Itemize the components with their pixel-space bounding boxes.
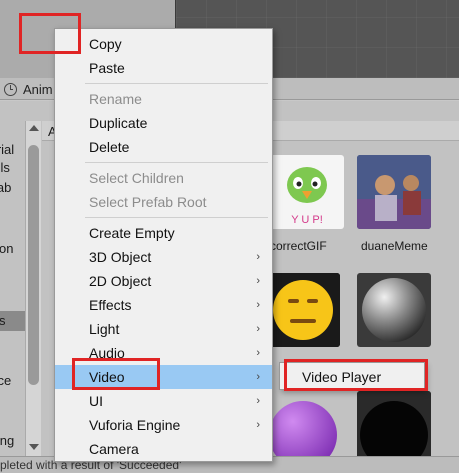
scroll-thumb[interactable] [28, 145, 39, 385]
clock-icon [4, 82, 17, 96]
menu-item-ui[interactable]: UI › [55, 389, 272, 413]
chevron-right-icon: › [256, 251, 260, 263]
chevron-right-icon: › [256, 323, 260, 335]
tab-animation[interactable]: Anim [0, 78, 53, 100]
scroll-down-arrow-icon[interactable] [29, 444, 39, 450]
tree-item[interactable]: s [0, 411, 28, 431]
annotation-box-click-target [19, 13, 81, 54]
purple-sphere-material-thumbnail[interactable] [266, 391, 340, 465]
scroll-up-arrow-icon[interactable] [29, 125, 39, 131]
tree-item[interactable]: es [0, 121, 28, 141]
menu-item-light[interactable]: Light › [55, 317, 272, 341]
gray-sphere-material-thumbnail[interactable] [357, 273, 431, 347]
tree-item[interactable]: s [0, 331, 28, 351]
menu-item-effects[interactable]: Effects › [55, 293, 272, 317]
menu-item-3d-object[interactable]: 3D Object › [55, 245, 272, 269]
tree-item[interactable]: re [0, 351, 28, 371]
annotation-box-video-player [284, 359, 428, 391]
chevron-right-icon: › [256, 275, 260, 287]
chevron-right-icon: › [256, 347, 260, 359]
menu-item-select-prefab-root: Select Prefab Root [89, 194, 207, 210]
tree-item-selected[interactable]: ials [0, 311, 28, 331]
tree-item[interactable]: urce [0, 371, 28, 391]
parrot-caption: Y U P! [291, 214, 323, 226]
tree-item[interactable]: ction [0, 239, 28, 259]
folder-tree: es terial dels efab ction er ials s re u… [0, 115, 28, 455]
context-menu: Copy Paste Rename Duplicate Delete Selec… [54, 28, 273, 462]
black-sphere-material-thumbnail[interactable] [357, 391, 431, 465]
menu-item-copy[interactable]: Copy [55, 32, 272, 56]
emoji-neutral-face-thumbnail[interactable] [266, 273, 340, 347]
annotation-box-video [72, 358, 160, 390]
chevron-right-icon: › [256, 419, 260, 431]
menu-item-delete[interactable]: Delete [55, 135, 272, 159]
tree-item[interactable]: ming [0, 431, 28, 451]
menu-separator [85, 217, 268, 218]
chevron-right-icon: › [256, 395, 260, 407]
menu-item-duplicate[interactable]: Duplicate [55, 111, 272, 135]
menu-item-rename: Rename [89, 91, 142, 107]
chevron-right-icon: › [256, 299, 260, 311]
tab-animation-label: Anim [23, 81, 53, 97]
parrot-gif-thumbnail[interactable]: Y U P! [270, 155, 344, 229]
tree-item[interactable]: efab [0, 178, 28, 198]
menu-item-select-children: Select Children [89, 170, 184, 186]
asset-label: correctGIF [270, 239, 327, 253]
menu-item-vuforia-engine[interactable]: Vuforia Engine › [55, 413, 272, 437]
tree-item[interactable]: terial [0, 140, 28, 160]
menu-item-camera[interactable]: Camera [55, 437, 272, 461]
menu-item-create-empty[interactable]: Create Empty [55, 221, 272, 245]
tree-item[interactable]: er [0, 259, 28, 279]
tree-scrollbar[interactable] [25, 121, 41, 456]
chevron-right-icon: › [256, 371, 260, 383]
tree-item[interactable]: dels [0, 158, 28, 178]
menu-item-2d-object[interactable]: 2D Object › [55, 269, 272, 293]
menu-separator [85, 83, 268, 84]
asset-label: duaneMeme [361, 239, 428, 253]
tree-item[interactable]: ts [0, 391, 28, 411]
menu-separator [85, 162, 268, 163]
meme-photo-thumbnail[interactable] [357, 155, 431, 229]
menu-item-paste[interactable]: Paste [55, 56, 272, 80]
